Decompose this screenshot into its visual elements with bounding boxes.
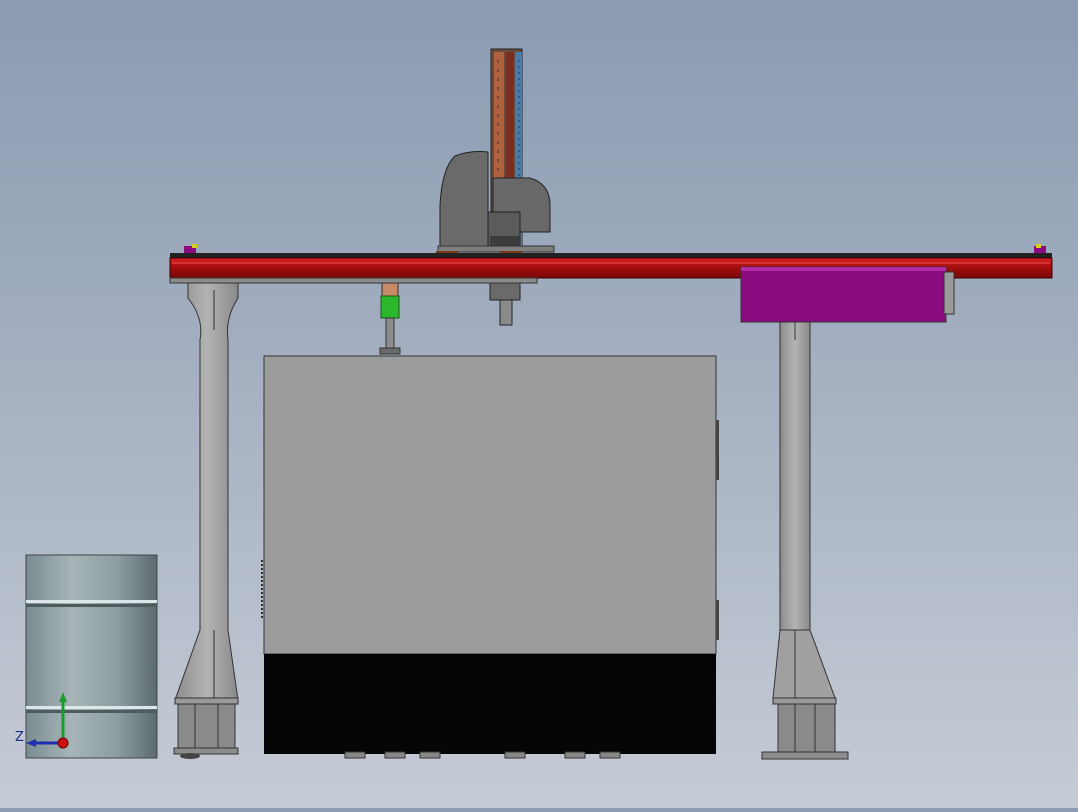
triad-z-label: Z <box>15 730 24 745</box>
gripper-tool <box>379 282 401 355</box>
left-column <box>173 282 239 759</box>
carriage <box>436 151 555 326</box>
right-column <box>761 321 849 760</box>
machine-cabinet <box>261 355 719 759</box>
drag-chain-box <box>740 266 955 323</box>
gantry-robot-drawing <box>25 48 1053 760</box>
barrel <box>25 554 158 759</box>
cad-viewport[interactable]: Z <box>0 0 1078 808</box>
